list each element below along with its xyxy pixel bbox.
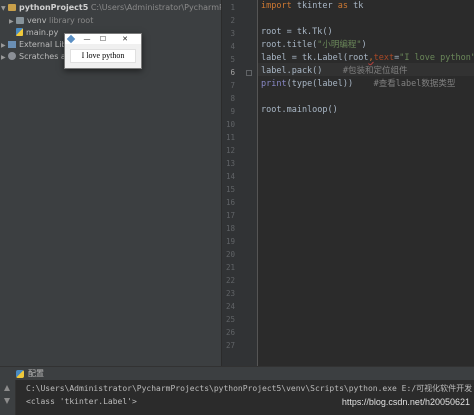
string-literal: "小明编程" (317, 40, 362, 50)
collapse-arrow-icon[interactable]: ▶ (1, 51, 8, 64)
collapse-arrow-icon[interactable]: ▶ (9, 15, 16, 28)
folder-icon (16, 17, 24, 24)
venv-name: venv (27, 16, 47, 25)
tk-window-client: I love python (65, 44, 141, 68)
run-config-tab[interactable]: 配置 (28, 367, 44, 381)
tk-window-titlebar[interactable]: — ☐ ✕ (65, 34, 141, 44)
root-name: pythonProject5 (19, 3, 89, 12)
line-number: 1 (230, 3, 235, 12)
output-line-1: C:\Users\Administrator\PycharmProjects\p… (26, 384, 473, 393)
code-line-9[interactable]: root.mainloop() (261, 104, 338, 117)
code-text: label.pack() (261, 66, 323, 76)
line-number: 9 (230, 107, 235, 116)
file-name: main.py (26, 28, 59, 37)
code-text: root = tk.Tk() (261, 27, 333, 37)
line-number: 10 (225, 120, 235, 129)
line-number: 20 (225, 250, 235, 259)
keyword-argument: text (373, 53, 395, 63)
code-line-3[interactable]: root = tk.Tk() (261, 26, 333, 39)
code-editor[interactable]: import tkinter as tk root = tk.Tk() root… (258, 0, 474, 366)
tk-label: I love python (70, 49, 136, 63)
line-number-current: 6 (230, 68, 235, 77)
code-line-6[interactable]: label.pack() #包装和定位组件 (261, 65, 408, 78)
comment: #包装和定位组件 (342, 66, 408, 76)
line-number: 23 (225, 289, 235, 298)
code-text: root.title( (261, 40, 318, 50)
python-file-icon (16, 28, 23, 36)
venv-note: library root (49, 16, 94, 25)
line-number: 11 (225, 133, 235, 142)
line-number: 21 (225, 263, 235, 272)
code-text: tkinter (291, 1, 338, 11)
line-number: 3 (230, 29, 235, 38)
scratches-icon (8, 52, 16, 60)
code-text: (type(label)) (286, 79, 354, 89)
line-number: 19 (225, 237, 235, 246)
editor-gutter: 1 2 3 4 5 6 7 8 9 10 11 12 13 14 15 16 1… (222, 0, 258, 366)
string-literal: "I love python" (399, 53, 474, 63)
line-number: 14 (225, 172, 235, 181)
keyword: as (337, 1, 349, 11)
scroll-up-icon[interactable] (4, 385, 10, 391)
line-number: 16 (225, 198, 235, 207)
close-button[interactable]: ✕ (117, 34, 133, 44)
run-toolbar (0, 380, 16, 415)
line-number: 15 (225, 185, 235, 194)
comment: #查看label数据类型 (373, 79, 456, 89)
tk-window[interactable]: — ☐ ✕ I love python (64, 33, 142, 69)
line-number: 25 (225, 315, 235, 324)
code-text: label = tk.Label(root (261, 53, 369, 63)
line-number: 13 (225, 159, 235, 168)
library-icon (8, 41, 16, 48)
tree-root[interactable]: ▼ pythonProject5 C:\Users\Administrator\P… (1, 1, 221, 15)
keyword: import (261, 1, 292, 11)
maximize-button[interactable]: ☐ (95, 34, 111, 44)
line-number: 26 (225, 328, 235, 337)
fold-marker-icon[interactable] (246, 70, 252, 76)
code-line-7[interactable]: print(type(label)) #查看label数据类型 (261, 78, 455, 91)
line-number: 4 (230, 42, 235, 51)
line-number: 2 (230, 16, 235, 25)
line-number: 12 (225, 146, 235, 155)
code-line-1[interactable]: import tkinter as tk (261, 0, 363, 13)
minimize-button[interactable]: — (79, 34, 95, 44)
line-number: 5 (230, 55, 235, 64)
scroll-down-icon[interactable] (4, 398, 10, 404)
line-number: 18 (225, 224, 235, 233)
builtin-function: print (261, 79, 287, 89)
run-panel-header: 配置 (0, 366, 474, 380)
line-number: 27 (225, 341, 235, 350)
line-number: 22 (225, 276, 235, 285)
line-number: 17 (225, 211, 235, 220)
python-run-icon (16, 370, 24, 378)
code-text: ) (361, 40, 367, 50)
code-text: root.mainloop() (261, 105, 338, 115)
folder-icon (8, 4, 16, 11)
line-number: 7 (230, 81, 235, 90)
expand-arrow-icon[interactable]: ▼ (1, 2, 8, 15)
code-line-5[interactable]: label = tk.Label(root,text="I love pytho… (261, 52, 474, 65)
line-number: 8 (230, 94, 235, 103)
output-line-2: <class 'tkinter.Label'> (26, 397, 137, 406)
watermark: https://blog.csdn.net/h20050621 (341, 397, 470, 407)
root-path: C:\Users\Administrator\PycharmProjects\p… (90, 3, 221, 12)
line-number: 24 (225, 302, 235, 311)
code-line-4[interactable]: root.title("小明编程") (261, 39, 367, 52)
tk-feather-icon (66, 34, 76, 44)
code-text: tk (348, 1, 364, 11)
